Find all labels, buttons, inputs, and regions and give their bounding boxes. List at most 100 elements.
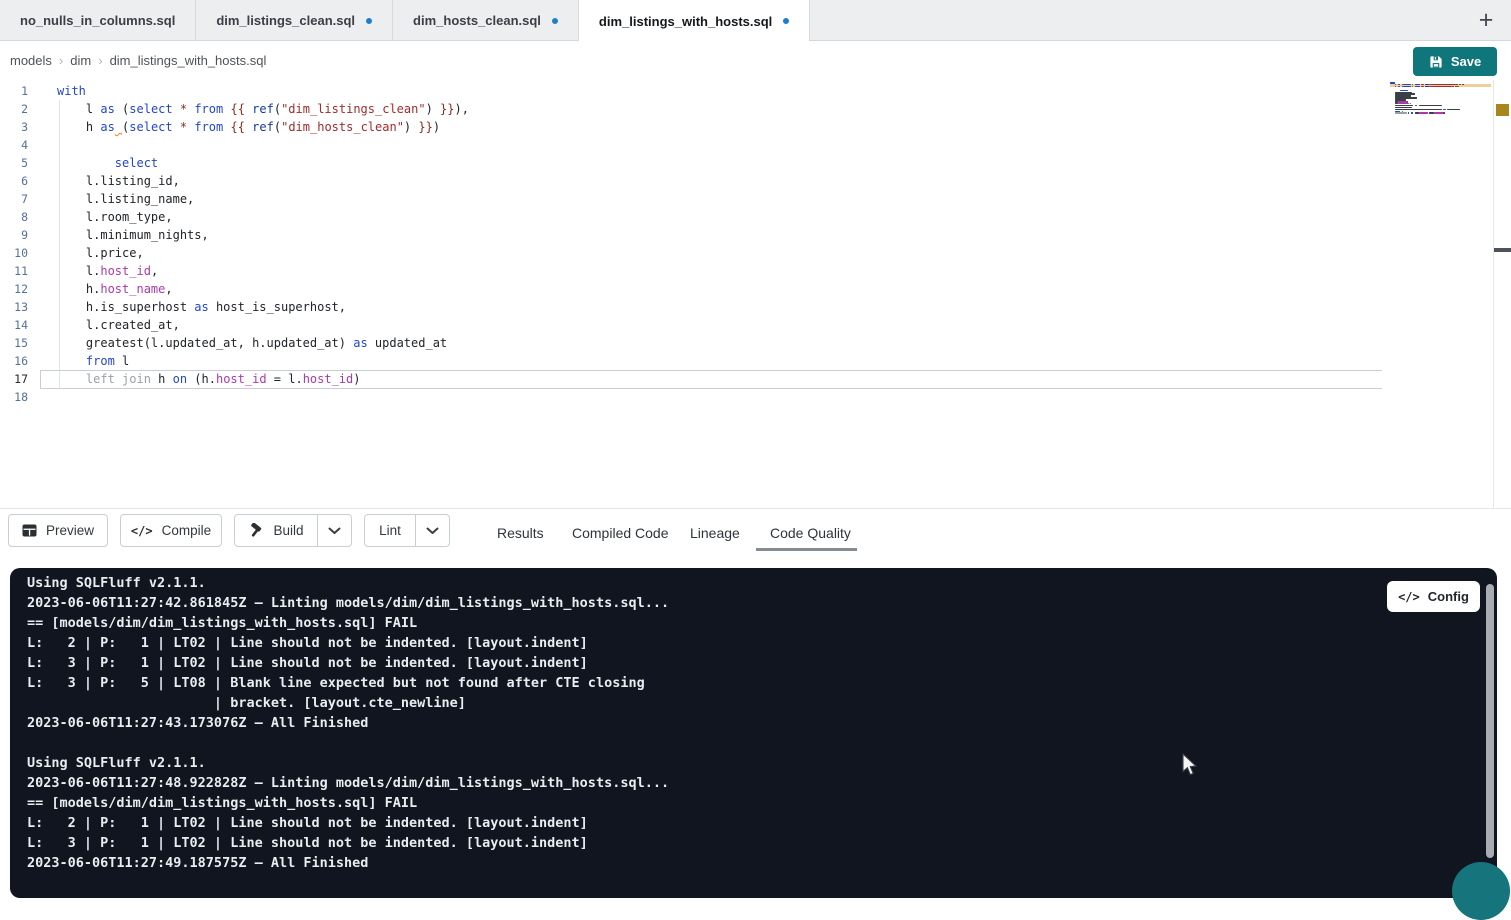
chevron-down-icon	[426, 527, 439, 535]
breadcrumb-segment[interactable]: dim_listings_with_hosts.sql	[110, 53, 267, 68]
code-icon: </>	[131, 524, 153, 538]
line-number: 13	[0, 298, 28, 316]
code-line-7[interactable]: 7 l.listing_name,	[0, 190, 1511, 208]
tab-dim_listings_with_hosts-sql[interactable]: dim_listings_with_hosts.sql	[579, 0, 810, 42]
preview-button-label: Preview	[46, 523, 94, 538]
minimap-line	[1447, 109, 1460, 111]
tabs-container: no_nulls_in_columns.sql dim_listings_clea…	[0, 0, 810, 40]
code-line-6[interactable]: 6 l.listing_id,	[0, 172, 1511, 190]
editor-tab-bar: no_nulls_in_columns.sql dim_listings_clea…	[0, 0, 1511, 41]
tab-label: dim_listings_clean.sql	[216, 13, 355, 28]
save-button[interactable]: Save	[1413, 47, 1497, 76]
tab-no_nulls_in_columns-sql[interactable]: no_nulls_in_columns.sql	[0, 0, 196, 41]
minimap-line	[1415, 112, 1419, 114]
terminal-scrollbar[interactable]	[1486, 584, 1494, 858]
minimap-line	[1400, 90, 1408, 92]
config-button-label: Config	[1428, 589, 1469, 604]
code-line-11[interactable]: 11 l.host_id,	[0, 262, 1511, 280]
code-text: l.price,	[57, 244, 144, 262]
code-line-5[interactable]: 5 select	[0, 154, 1511, 172]
code-line-15[interactable]: 15 greatest(l.updated_at, h.updated_at) …	[0, 334, 1511, 352]
line-number: 6	[0, 172, 28, 190]
code-line-8[interactable]: 8 l.room_type,	[0, 208, 1511, 226]
build-button[interactable]: Build	[235, 515, 317, 546]
build-button-group: Build	[234, 514, 352, 547]
code-text: from l	[57, 352, 129, 370]
panel-tab-Lineage[interactable]: Lineage	[690, 509, 740, 556]
code-line-3[interactable]: 3 h as (select * from {{ ref("dim_hosts_…	[0, 118, 1511, 136]
minimap-line	[1395, 112, 1407, 114]
minimap[interactable]	[1390, 82, 1493, 152]
code-text: h as (select * from {{ ref("dim_hosts_cl…	[57, 118, 440, 136]
build-dropdown-button[interactable]	[317, 515, 351, 546]
code-text: greatest(l.updated_at, h.updated_at) as …	[57, 334, 447, 352]
code-text: l.room_type,	[57, 208, 173, 226]
code-line-4[interactable]: 4	[0, 136, 1511, 154]
minimap-line	[1395, 109, 1442, 111]
code-line-17[interactable]: 17 left join h on (h.host_id = l.host_id…	[0, 370, 1511, 388]
code-line-16[interactable]: 16 from l	[0, 352, 1511, 370]
build-button-label: Build	[273, 523, 303, 538]
lint-button[interactable]: Lint	[365, 515, 415, 546]
tab-dim_listings_clean-sql[interactable]: dim_listings_clean.sql	[196, 0, 393, 41]
line-number: 10	[0, 244, 28, 262]
minimap-line	[1443, 109, 1446, 111]
panel-tab-Compiled-Code[interactable]: Compiled Code	[572, 509, 669, 556]
code-line-14[interactable]: 14 l.created_at,	[0, 316, 1511, 334]
code-line-1[interactable]: 1with	[0, 82, 1511, 100]
minimap-line	[1415, 105, 1418, 107]
code-text: with	[57, 82, 86, 100]
help-bubble-button[interactable]	[1452, 862, 1510, 920]
tab-dim_hosts_clean-sql[interactable]: dim_hosts_clean.sql	[393, 0, 579, 41]
tab-label: no_nulls_in_columns.sql	[20, 13, 175, 28]
breadcrumb-bar: models›dim›dim_listings_with_hosts.sql S…	[0, 41, 1511, 80]
lint-button-group: Lint	[364, 514, 450, 547]
code-text: l.created_at,	[57, 316, 180, 334]
overview-ruler-divider	[1493, 80, 1494, 508]
line-number: 8	[0, 208, 28, 226]
code-line-13[interactable]: 13 h.is_superhost as host_is_superhost,	[0, 298, 1511, 316]
breadcrumb: models›dim›dim_listings_with_hosts.sql	[10, 41, 266, 80]
line-number: 16	[0, 352, 28, 370]
breadcrumb-separator-icon: ›	[59, 53, 63, 68]
code-text: l.minimum_nights,	[57, 226, 209, 244]
code-text: h.is_superhost as host_is_superhost,	[57, 298, 346, 316]
lint-button-label: Lint	[379, 523, 401, 538]
line-number: 18	[0, 388, 28, 406]
code-line-18[interactable]: 18	[0, 388, 1511, 406]
code-line-12[interactable]: 12 h.host_name,	[0, 280, 1511, 298]
preview-button[interactable]: Preview	[8, 514, 108, 547]
code-line-2[interactable]: 2 l as (select * from {{ ref("dim_listin…	[0, 100, 1511, 118]
line-number: 3	[0, 118, 28, 136]
minimap-line	[1434, 112, 1443, 114]
code-text: h.host_name,	[57, 280, 173, 298]
minimap-line	[1443, 112, 1444, 114]
panel-tab-Results[interactable]: Results	[497, 509, 544, 556]
lint-output-terminal[interactable]: Using SQLFluff v2.1.1. 2023-06-06T11:27:…	[10, 568, 1497, 898]
compile-button[interactable]: </> Compile	[120, 514, 222, 547]
breadcrumb-segment[interactable]: dim	[70, 53, 91, 68]
tab-label: dim_listings_with_hosts.sql	[599, 14, 772, 29]
code-lines: 1with2 l as (select * from {{ ref("dim_l…	[0, 82, 1511, 406]
config-button[interactable]: </> Config	[1387, 581, 1480, 612]
line-number: 4	[0, 136, 28, 154]
line-number: 9	[0, 226, 28, 244]
lint-dropdown-button[interactable]	[415, 515, 449, 546]
code-line-9[interactable]: 9 l.minimum_nights,	[0, 226, 1511, 244]
minimap-line	[1408, 112, 1409, 114]
ruler-warning-marker-icon	[1496, 104, 1509, 116]
new-tab-button[interactable]: +	[1467, 0, 1505, 41]
hammer-icon	[248, 523, 264, 538]
line-number: 17	[0, 370, 28, 388]
code-text: l.listing_name,	[57, 190, 194, 208]
line-number: 7	[0, 190, 28, 208]
minimap-line	[1419, 112, 1428, 114]
line-number: 15	[0, 334, 28, 352]
code-editor[interactable]: 1with2 l as (select * from {{ ref("dim_l…	[0, 80, 1511, 508]
breadcrumb-segment[interactable]: models	[10, 53, 52, 68]
code-icon: </>	[1398, 590, 1420, 604]
code-line-10[interactable]: 10 l.price,	[0, 244, 1511, 262]
code-text: l.host_id,	[57, 262, 158, 280]
line-number: 12	[0, 280, 28, 298]
line-number: 11	[0, 262, 28, 280]
